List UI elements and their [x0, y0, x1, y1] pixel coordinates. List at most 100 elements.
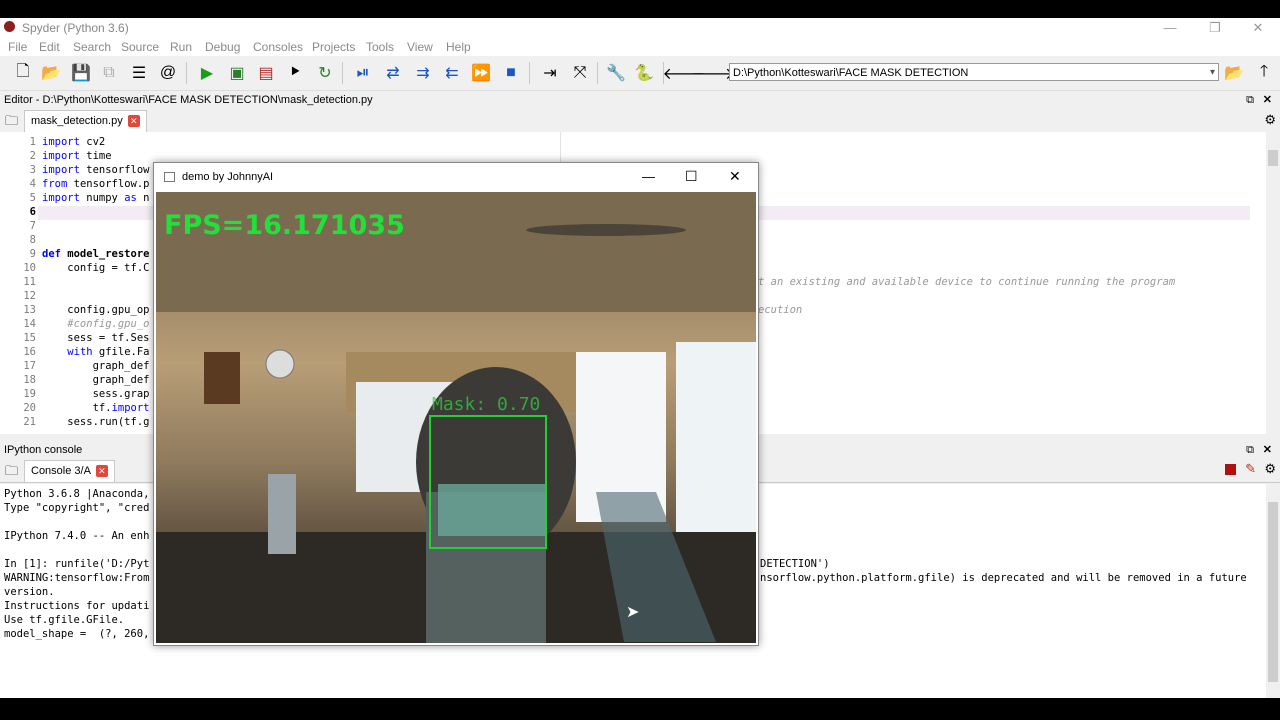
- close-button[interactable]: ✕: [1238, 18, 1278, 38]
- open-file-icon[interactable]: 📂: [40, 62, 62, 84]
- main-toolbar: 🗋 📂 💾 ⧉ ☰ @ ▶ ▣ ▤ ⯈ ↻ ⏯ ⇄ ⇉ ⇇ ⏩ ■ ⇥ ⤧ 🔧 …: [0, 56, 1280, 91]
- options-gear-icon[interactable]: ⚙: [1264, 112, 1276, 128]
- code-line: from tensorflow.p: [42, 178, 150, 190]
- code-line: import numpy as n: [42, 192, 150, 204]
- window-title: Spyder (Python 3.6): [22, 21, 129, 35]
- menu-view[interactable]: View: [407, 40, 433, 54]
- run-selection-icon[interactable]: ⯈: [284, 62, 306, 84]
- console-line-right: DETECTION'): [760, 558, 830, 570]
- python-path-icon[interactable]: 🐍: [633, 62, 655, 84]
- browse-tabs-icon[interactable]: 🗀: [5, 462, 18, 484]
- maximize-button[interactable]: ☐: [685, 168, 698, 185]
- step-icon[interactable]: ⇄: [382, 62, 404, 84]
- at-symbol-icon[interactable]: @: [157, 62, 179, 84]
- chevron-down-icon[interactable]: ▾: [1210, 64, 1215, 82]
- close-pane-icon[interactable]: ✕: [1263, 92, 1272, 108]
- menu-tools[interactable]: Tools: [366, 40, 394, 54]
- scrollbar-thumb[interactable]: [1268, 150, 1278, 166]
- options-gear-icon[interactable]: ⚙: [1264, 461, 1276, 477]
- line-number: 12: [23, 290, 36, 302]
- code-line: tf.import: [42, 402, 150, 414]
- tab-console[interactable]: Console 3/A ✕: [24, 460, 115, 482]
- preferences-wrench-icon[interactable]: 🔧: [605, 62, 627, 84]
- line-number: 7: [29, 220, 36, 232]
- code-line: import tensorflow: [42, 164, 150, 176]
- clear-console-icon[interactable]: ✎: [1245, 461, 1256, 477]
- toolbar-separator: [597, 62, 598, 84]
- menu-source[interactable]: Source: [121, 40, 159, 54]
- console-line: WARNING:tensorflow:From: [4, 572, 150, 584]
- undock-icon[interactable]: ⧉: [1246, 442, 1254, 458]
- console-line: Use tf.gfile.GFile.: [4, 614, 125, 626]
- menu-projects[interactable]: Projects: [312, 40, 355, 54]
- wall-picture: [204, 352, 240, 404]
- console-scrollbar[interactable]: [1266, 484, 1280, 698]
- menu-help[interactable]: Help: [446, 40, 471, 54]
- step-return-icon[interactable]: ⇇: [441, 62, 463, 84]
- line-number: 3: [29, 164, 36, 176]
- code-comment-right: ecution: [758, 304, 803, 316]
- run-cell-advance-icon[interactable]: ▤: [255, 62, 277, 84]
- bottle: [268, 474, 296, 554]
- face-detection-box: [429, 415, 547, 549]
- console-title-label: IPython console: [4, 444, 83, 456]
- stop-debug-icon[interactable]: ■: [500, 62, 522, 84]
- wall-clock: [265, 349, 295, 379]
- console-line: version.: [4, 586, 55, 598]
- file-list-icon[interactable]: ☰: [128, 62, 150, 84]
- menu-file[interactable]: File: [8, 40, 27, 54]
- tab-close-icon[interactable]: ✕: [127, 115, 140, 128]
- code-line: sess.grap: [42, 388, 150, 400]
- maximize-pane-icon[interactable]: ⇥: [539, 62, 561, 84]
- editor-scrollbar[interactable]: [1266, 132, 1280, 434]
- minimize-button[interactable]: —: [1150, 18, 1190, 38]
- minimize-button[interactable]: —: [642, 169, 655, 184]
- menu-edit[interactable]: Edit: [39, 40, 60, 54]
- close-pane-icon[interactable]: ✕: [1263, 442, 1272, 458]
- stop-kernel-icon[interactable]: [1225, 464, 1236, 475]
- line-number: 17: [23, 360, 36, 372]
- close-button[interactable]: ✕: [729, 168, 741, 185]
- ceiling-fan: [526, 224, 686, 236]
- step-into-icon[interactable]: ⇉: [412, 62, 434, 84]
- line-number: 19: [23, 388, 36, 400]
- browse-folder-icon[interactable]: 📂: [1223, 62, 1245, 84]
- rerun-icon[interactable]: ↻: [314, 62, 336, 84]
- menu-consoles[interactable]: Consoles: [253, 40, 303, 54]
- code-line: config = tf.C: [42, 262, 150, 274]
- continue-icon[interactable]: ⏩: [470, 62, 492, 84]
- line-number: 2: [29, 150, 36, 162]
- save-all-icon[interactable]: ⧉: [98, 62, 120, 84]
- browse-tabs-icon[interactable]: 🗀: [5, 112, 18, 134]
- fullscreen-icon[interactable]: ⤧: [569, 62, 591, 84]
- undock-icon[interactable]: ⧉: [1246, 92, 1254, 108]
- working-directory-combobox[interactable]: D:\Python\Kotteswari\FACE MASK DETECTION…: [729, 63, 1219, 81]
- run-icon[interactable]: ▶: [196, 62, 218, 84]
- console-line: IPython 7.4.0 -- An enh: [4, 530, 150, 542]
- new-file-icon[interactable]: 🗋: [12, 62, 34, 84]
- parent-directory-icon[interactable]: 🡑: [1253, 62, 1275, 84]
- tab-close-icon[interactable]: ✕: [95, 465, 108, 478]
- line-number: 20: [23, 402, 36, 414]
- menu-search[interactable]: Search: [73, 40, 111, 54]
- debug-icon[interactable]: ⏯: [352, 62, 374, 84]
- menu-bar: File Edit Search Source Run Debug Consol…: [0, 38, 1280, 56]
- line-number: 14: [23, 318, 36, 330]
- tab-mask-detection[interactable]: mask_detection.py ✕: [24, 110, 147, 132]
- menu-run[interactable]: Run: [170, 40, 192, 54]
- run-cell-icon[interactable]: ▣: [226, 62, 248, 84]
- opencv-demo-window[interactable]: demo by JohnnyAI — ☐ ✕ FPS=16.171035 Mas…: [153, 162, 759, 646]
- spyder-logo-icon: [4, 21, 15, 32]
- restore-button[interactable]: ❐: [1195, 18, 1235, 38]
- line-number: 10: [23, 262, 36, 274]
- forward-arrow-icon[interactable]: 🡒: [692, 62, 735, 84]
- code-line: config.gpu_op: [42, 304, 150, 316]
- save-file-icon[interactable]: 💾: [70, 62, 92, 84]
- demo-window-titlebar[interactable]: demo by JohnnyAI — ☐ ✕: [154, 163, 758, 192]
- toolbar-separator: [342, 62, 343, 84]
- tab-label: Console 3/A: [31, 465, 91, 477]
- menu-debug[interactable]: Debug: [205, 40, 240, 54]
- title-bar: Spyder (Python 3.6) — ❐ ✕: [0, 18, 1280, 38]
- line-number: 4: [29, 178, 36, 190]
- scrollbar-thumb[interactable]: [1268, 502, 1278, 682]
